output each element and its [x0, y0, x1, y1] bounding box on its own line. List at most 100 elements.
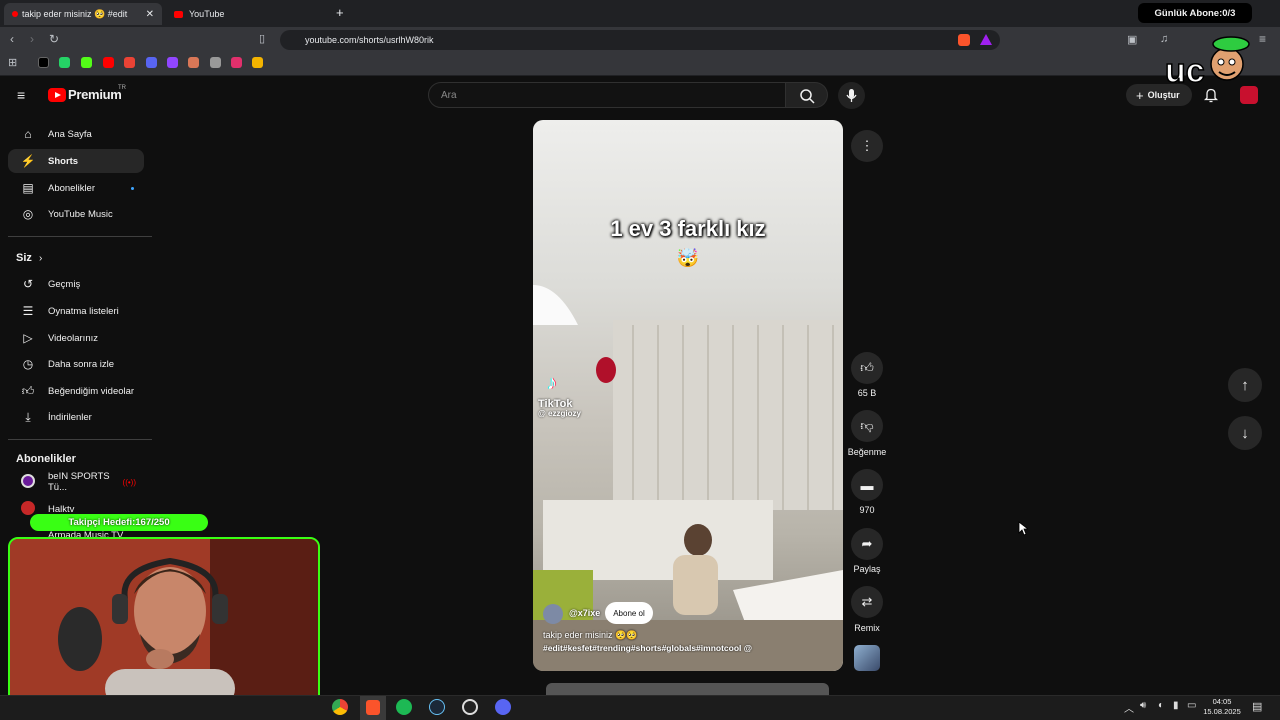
sidebar-item-history[interactable]: ↺ Geçmiş	[8, 272, 144, 296]
kick-bookmark-icon[interactable]	[81, 57, 92, 68]
discord-taskbar-icon[interactable]	[495, 699, 511, 715]
system-tray-chevron-icon[interactable]: ︿	[1124, 700, 1134, 715]
remix-button[interactable]: ⇄	[851, 586, 883, 618]
previous-short-button[interactable]: ↑	[1228, 368, 1262, 402]
bookmark-icon[interactable]	[59, 57, 70, 68]
spotify-taskbar-icon[interactable]	[396, 699, 412, 715]
bookmark-icon[interactable]: ▯	[259, 32, 265, 45]
sidebar-item-label: İndirilenler	[48, 411, 92, 423]
sidebar-item-your-videos[interactable]: ▷ Videolarınız	[8, 326, 144, 350]
channel-name[interactable]: @x7ixe	[569, 608, 600, 618]
obs-taskbar-icon[interactable]	[462, 699, 478, 715]
sidebar-item-label: Ana Sayfa	[48, 128, 92, 140]
comments-button[interactable]: ▬	[851, 469, 883, 501]
mic-tray-icon[interactable]: ▮	[1173, 700, 1179, 711]
x-bookmark-icon[interactable]	[38, 57, 49, 68]
mouse-cursor-icon	[1018, 521, 1028, 536]
bookmark-icon[interactable]	[210, 57, 221, 68]
sidebar-item-subscriptions[interactable]: ▤ Abonelikler	[8, 176, 144, 200]
notification-center-icon[interactable]: ▤	[1252, 700, 1262, 713]
back-icon[interactable]: ‹	[10, 32, 14, 46]
home-icon: ⌂	[24, 127, 32, 141]
subscribe-button[interactable]: Abone ol	[605, 602, 653, 624]
twitch-bookmark-icon[interactable]	[167, 57, 178, 68]
url-bar[interactable]: youtube.com/shorts/usrlhW80rik	[280, 30, 1000, 50]
youtube-bookmark-icon[interactable]	[103, 57, 114, 68]
discord-bookmark-icon[interactable]	[146, 57, 157, 68]
new-tab-button[interactable]: +	[336, 5, 344, 20]
thumbs-up-icon: 👍︎	[860, 360, 874, 375]
hamburger-menu-icon[interactable]: ≡	[17, 87, 25, 103]
sidebar-item-youtube-music[interactable]: ◎ YouTube Music	[8, 202, 144, 226]
sidebar-item-playlists[interactable]: ☰ Oynatma listeleri	[8, 299, 144, 323]
network-icon[interactable]: ▭	[1187, 700, 1196, 711]
sidebar-item-label: Shorts	[48, 155, 79, 167]
browser-tab[interactable]: YouTube	[166, 3, 326, 25]
gmail-bookmark-icon[interactable]	[124, 57, 135, 68]
youtube-logo-icon[interactable]	[48, 88, 66, 102]
speaker-icon[interactable]: 🔊︎	[1140, 700, 1146, 711]
more-vert-icon: ⋮	[860, 138, 874, 153]
voice-search-button[interactable]	[838, 82, 865, 109]
streamer-logo: uc	[1164, 34, 1255, 91]
sidebar-item-watch-later[interactable]: ◷ Daha sonra izle	[8, 352, 144, 376]
sidebar-item-liked-videos[interactable]: 👍︎ Beğendiğim videolar	[8, 379, 144, 403]
next-short-preview[interactable]	[546, 683, 829, 695]
notifications-bell-icon[interactable]	[1203, 87, 1219, 106]
sidebar-item-label: Abonelikler	[48, 182, 95, 194]
sidebar-item-label: Geçmiş	[48, 278, 81, 290]
sidebar-item-label: Beğendiğim videolar	[48, 385, 135, 397]
brand-label[interactable]: Premium	[68, 87, 122, 102]
chrome-taskbar-icon[interactable]	[332, 699, 348, 715]
search-input[interactable]: Ara	[428, 82, 786, 108]
channel-avatar[interactable]	[543, 604, 563, 624]
your-videos-icon: ▷	[23, 331, 33, 345]
close-icon[interactable]: ✕	[146, 9, 154, 20]
dislike-button[interactable]: 👎︎	[851, 410, 883, 442]
video-overlay-title: 1 ev 3 farklı kız	[610, 216, 766, 241]
sidebar-item-downloads[interactable]: ⤓ İndirilenler	[8, 405, 144, 429]
section-title: Siz	[16, 252, 32, 264]
search-icon	[800, 89, 815, 104]
sidebar-section-you[interactable]: Siz ›	[16, 252, 42, 264]
region-code: TR	[118, 85, 126, 91]
youtube-favicon-icon	[174, 10, 183, 18]
sound-thumbnail[interactable]	[854, 645, 880, 671]
menu-icon[interactable]: ≡	[1259, 32, 1266, 46]
folder-icon[interactable]	[252, 57, 263, 68]
sidebar-divider	[8, 439, 152, 440]
like-button[interactable]: 👍︎	[851, 352, 883, 384]
taskbar-active-app[interactable]	[360, 696, 386, 720]
follower-goal-bar: Takipçi Hedefi:167/250	[30, 514, 208, 531]
music-icon: ◎	[22, 207, 34, 221]
watch-later-icon: ◷	[22, 357, 34, 371]
remix-icon: ⇄	[861, 594, 873, 609]
brave-shield-icon[interactable]	[958, 34, 970, 46]
bookmark-icon[interactable]	[188, 57, 199, 68]
sidebar-item-home[interactable]: ⌂ Ana Sayfa	[8, 122, 144, 146]
video-hashtags[interactable]: #edit#kesfet#trending#shorts#globals#imn…	[543, 643, 838, 653]
brave-rewards-icon[interactable]	[980, 34, 992, 45]
reload-icon[interactable]: ↻	[49, 32, 59, 46]
url-text: youtube.com/shorts/usrlhW80rik	[305, 35, 434, 45]
webcam-feed	[10, 539, 318, 708]
share-button[interactable]: ➦	[851, 528, 883, 560]
sidebar-item-shorts[interactable]: ⚡ Shorts	[8, 149, 144, 173]
search-button[interactable]	[786, 82, 828, 108]
extension-icon[interactable]: ▣	[1127, 33, 1137, 46]
webcam-overlay	[8, 537, 320, 710]
more-options-button[interactable]: ⋮	[851, 130, 883, 162]
browser-tab-active[interactable]: takip eder misiniz 🥺 #edit ✕	[4, 3, 162, 25]
instagram-bookmark-icon[interactable]	[231, 57, 242, 68]
short-video-player[interactable]: 1 ev 3 farklı kız 🤯 ♪ TikTok @ ezzgiozy …	[533, 120, 843, 671]
sidebar-subscription-item[interactable]: beIN SPORTS Tü... ((•))	[8, 470, 144, 494]
live-icon: ((•))	[122, 477, 136, 487]
headset-icon[interactable]: ◐	[1158, 700, 1164, 711]
remix-label: Remix	[854, 623, 880, 633]
sidebar-item-label: YouTube Music	[48, 208, 113, 220]
steam-taskbar-icon[interactable]	[429, 699, 445, 715]
clock[interactable]: 04:05 15.08.2025	[1200, 697, 1244, 717]
next-short-button[interactable]: ↓	[1228, 416, 1262, 450]
forward-icon[interactable]: ›	[30, 32, 34, 46]
apps-grid-icon[interactable]: ⊞	[8, 56, 17, 69]
